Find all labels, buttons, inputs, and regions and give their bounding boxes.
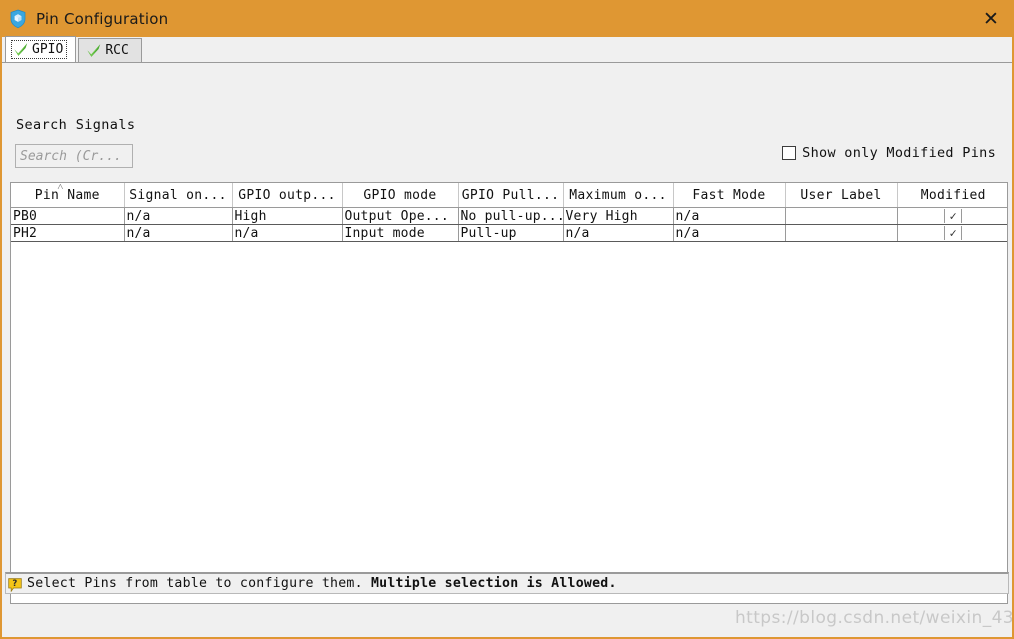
cell-gpio-output: n/a bbox=[232, 224, 343, 242]
cell-gpio-pull: No pull-up... bbox=[458, 207, 564, 225]
column-header-signal-on[interactable]: Signal on... bbox=[124, 183, 233, 208]
cell-modified: ✓ bbox=[897, 207, 1007, 225]
tab-gpio[interactable]: GPIO bbox=[5, 36, 77, 62]
cell-signal-on: n/a bbox=[124, 207, 233, 225]
tab-rcc[interactable]: RCC bbox=[78, 38, 142, 62]
column-header-label: Pin Name bbox=[34, 187, 100, 203]
cell-pin-name: PB0 bbox=[11, 207, 125, 225]
tab-bar: GPIO RCC bbox=[2, 36, 1012, 63]
svg-text:?: ? bbox=[12, 579, 17, 589]
column-header-label: Modified bbox=[920, 187, 986, 203]
column-header-label: GPIO Pull... bbox=[461, 187, 560, 203]
column-header-gpio-mode[interactable]: GPIO mode bbox=[342, 183, 459, 208]
column-header-user-label[interactable]: User Label bbox=[785, 183, 898, 208]
column-header-fast-mode[interactable]: Fast Mode bbox=[673, 183, 786, 208]
table-row[interactable]: PH2 n/a n/a Input mode Pull-up n/a n/a ✓ bbox=[11, 224, 1007, 242]
column-header-label: GPIO outp... bbox=[238, 187, 336, 203]
cell-maximum-output: Very High bbox=[563, 207, 674, 225]
table-header-row: ˄ Pin Name Signal on... GPIO outp... GPI… bbox=[11, 182, 1007, 208]
cell-fast-mode: n/a bbox=[673, 207, 786, 225]
dialog-frame: GPIO RCC Search Signals Search (Cr... Sh… bbox=[0, 36, 1014, 639]
pin-configuration-window: Pin Configuration ✕ GPIO RCC Search Sign… bbox=[0, 0, 1014, 639]
column-header-label: GPIO mode bbox=[363, 187, 437, 203]
column-header-maximum-output[interactable]: Maximum o... bbox=[563, 183, 674, 208]
pin-table: ˄ Pin Name Signal on... GPIO outp... GPI… bbox=[10, 182, 1008, 604]
tab-gpio-label: GPIO bbox=[32, 42, 64, 57]
modified-check-icon: ✓ bbox=[944, 208, 963, 223]
column-header-modified[interactable]: Modified bbox=[897, 183, 1007, 208]
green-check-icon bbox=[13, 42, 29, 57]
sort-ascending-icon: ˄ bbox=[57, 182, 64, 193]
modified-check-icon: ✓ bbox=[944, 225, 963, 240]
search-signals-label: Search Signals bbox=[16, 117, 136, 133]
status-message-bold: Multiple selection is Allowed. bbox=[370, 576, 617, 591]
cell-gpio-pull: Pull-up bbox=[458, 224, 564, 242]
status-message: Select Pins from table to configure them… bbox=[27, 576, 617, 591]
column-header-label: User Label bbox=[800, 187, 882, 203]
shield-cube-icon bbox=[8, 9, 28, 29]
cell-fast-mode: n/a bbox=[673, 224, 786, 242]
column-header-label: Maximum o... bbox=[569, 187, 667, 203]
column-header-gpio-pull[interactable]: GPIO Pull... bbox=[458, 183, 564, 208]
column-header-pin-name[interactable]: ˄ Pin Name bbox=[11, 182, 125, 208]
tab-rcc-label: RCC bbox=[105, 43, 129, 58]
cell-gpio-mode: Output Ope... bbox=[342, 207, 459, 225]
cell-pin-name: PH2 bbox=[11, 224, 125, 242]
show-only-modified-pins-checkbox[interactable]: Show only Modified Pins bbox=[782, 145, 996, 161]
close-icon[interactable]: ✕ bbox=[968, 0, 1014, 37]
titlebar: Pin Configuration ✕ bbox=[0, 0, 1014, 37]
cell-user-label bbox=[785, 207, 898, 225]
column-header-label: Signal on... bbox=[129, 187, 227, 203]
column-header-gpio-output[interactable]: GPIO outp... bbox=[232, 183, 343, 208]
cell-gpio-mode: Input mode bbox=[342, 224, 459, 242]
cell-modified: ✓ bbox=[897, 224, 1007, 242]
window-title: Pin Configuration bbox=[36, 9, 169, 28]
column-header-label: Fast Mode bbox=[692, 187, 766, 203]
cell-signal-on: n/a bbox=[124, 224, 233, 242]
cell-maximum-output: n/a bbox=[563, 224, 674, 242]
show-only-modified-pins-label: Show only Modified Pins bbox=[802, 145, 996, 161]
cell-gpio-output: High bbox=[232, 207, 343, 225]
search-input[interactable] bbox=[15, 144, 133, 168]
status-bar: ? Select Pins from table to configure th… bbox=[5, 572, 1009, 594]
checkbox-box bbox=[782, 146, 797, 160]
green-check-icon bbox=[86, 43, 102, 58]
table-row[interactable]: PB0 n/a High Output Ope... No pull-up...… bbox=[11, 207, 1007, 225]
cell-user-label bbox=[785, 224, 898, 242]
status-message-normal: Select Pins from table to configure them… bbox=[27, 576, 371, 591]
help-balloon-icon: ? bbox=[8, 577, 22, 592]
